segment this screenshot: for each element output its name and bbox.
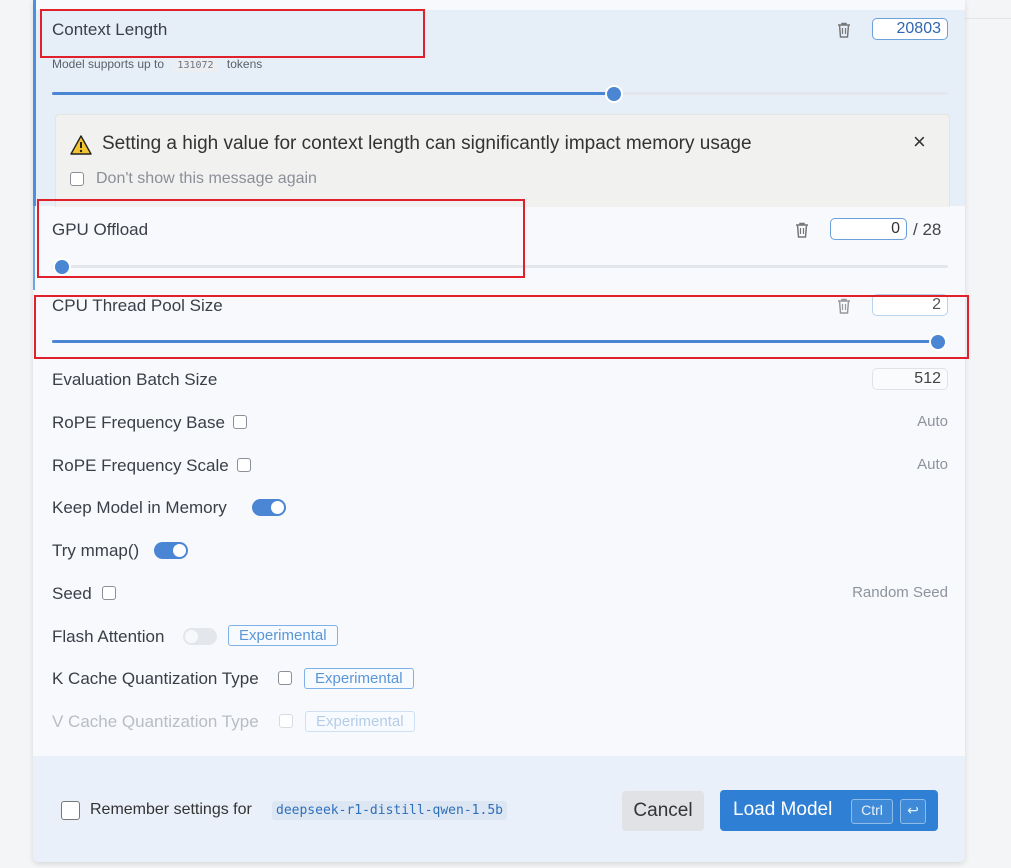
support-prefix: Model supports up to (52, 57, 165, 71)
remember-settings-checkbox[interactable] (61, 801, 80, 820)
highlight-box-context-length (40, 9, 425, 58)
gpu-offload-active-bar (33, 206, 35, 290)
eval-batch-input[interactable]: 512 (872, 368, 948, 390)
seed-value: Random Seed (852, 584, 948, 601)
load-model-button[interactable]: Load Model Ctrl ↩ (720, 790, 938, 831)
k-cache-checkbox[interactable] (278, 671, 292, 685)
memory-warning-banner: Setting a high value for context length … (55, 114, 950, 207)
rope-scale-value: Auto (917, 456, 948, 473)
model-name: deepseek-r1-distill-qwen-1.5b (272, 801, 507, 820)
warning-message: Setting a high value for context length … (102, 133, 752, 154)
toggle-knob (185, 630, 198, 643)
rope-base-checkbox[interactable] (233, 415, 247, 429)
keep-in-memory-label: Keep Model in Memory (52, 498, 227, 517)
ctrl-key-hint: Ctrl (851, 799, 893, 824)
toggle-knob (271, 501, 284, 514)
seed-label: Seed (52, 584, 92, 603)
rope-scale-label: RoPE Frequency Scale (52, 456, 229, 475)
experimental-badge: Experimental (305, 711, 415, 732)
background-divider (965, 18, 1011, 19)
load-model-label: Load Model (733, 799, 833, 820)
context-length-slider-thumb[interactable] (607, 87, 621, 101)
context-length-support-note: Model supports up to 131072 tokens (52, 57, 263, 72)
k-cache-label: K Cache Quantization Type (52, 669, 259, 688)
rope-base-label: RoPE Frequency Base (52, 413, 225, 432)
trash-icon[interactable] (837, 22, 851, 38)
rope-scale-checkbox[interactable] (237, 458, 251, 472)
rope-base-value: Auto (917, 413, 948, 430)
dialog-footer: Remember settings for deepseek-r1-distil… (33, 756, 965, 862)
remember-settings-label: Remember settings for (90, 801, 252, 818)
load-model-settings-panel: Context Length 20803 Model supports up t… (33, 0, 965, 862)
highlight-box-cpu-thread-pool (34, 295, 969, 359)
context-length-active-bar (33, 0, 36, 206)
try-mmap-toggle[interactable] (154, 542, 188, 559)
eval-batch-label: Evaluation Batch Size (52, 370, 218, 389)
cancel-button[interactable]: Cancel (622, 791, 704, 831)
max-tokens-value: 131072 (173, 59, 218, 72)
warning-icon (70, 135, 92, 155)
gpu-offload-max: / 28 (913, 220, 942, 239)
experimental-badge: Experimental (228, 625, 338, 646)
v-cache-label: V Cache Quantization Type (52, 712, 259, 731)
context-length-slider-fill (52, 92, 614, 95)
try-mmap-label: Try mmap() (52, 541, 140, 560)
context-length-input[interactable]: 20803 (872, 18, 948, 40)
support-suffix: tokens (226, 57, 263, 71)
enter-key-icon: ↩ (900, 799, 926, 824)
flash-attention-toggle[interactable] (183, 628, 217, 645)
dont-show-label: Don't show this message again (96, 170, 317, 187)
gpu-offload-input[interactable]: 0 (830, 218, 907, 240)
experimental-badge: Experimental (304, 668, 414, 689)
toggle-knob (173, 544, 186, 557)
trash-icon[interactable] (795, 222, 809, 238)
dont-show-checkbox[interactable] (70, 172, 84, 186)
keep-in-memory-toggle[interactable] (252, 499, 286, 516)
flash-attention-label: Flash Attention (52, 627, 165, 646)
v-cache-checkbox[interactable] (279, 714, 293, 728)
close-icon[interactable]: × (913, 129, 926, 155)
highlight-box-gpu-offload (37, 199, 525, 278)
seed-checkbox[interactable] (102, 586, 116, 600)
